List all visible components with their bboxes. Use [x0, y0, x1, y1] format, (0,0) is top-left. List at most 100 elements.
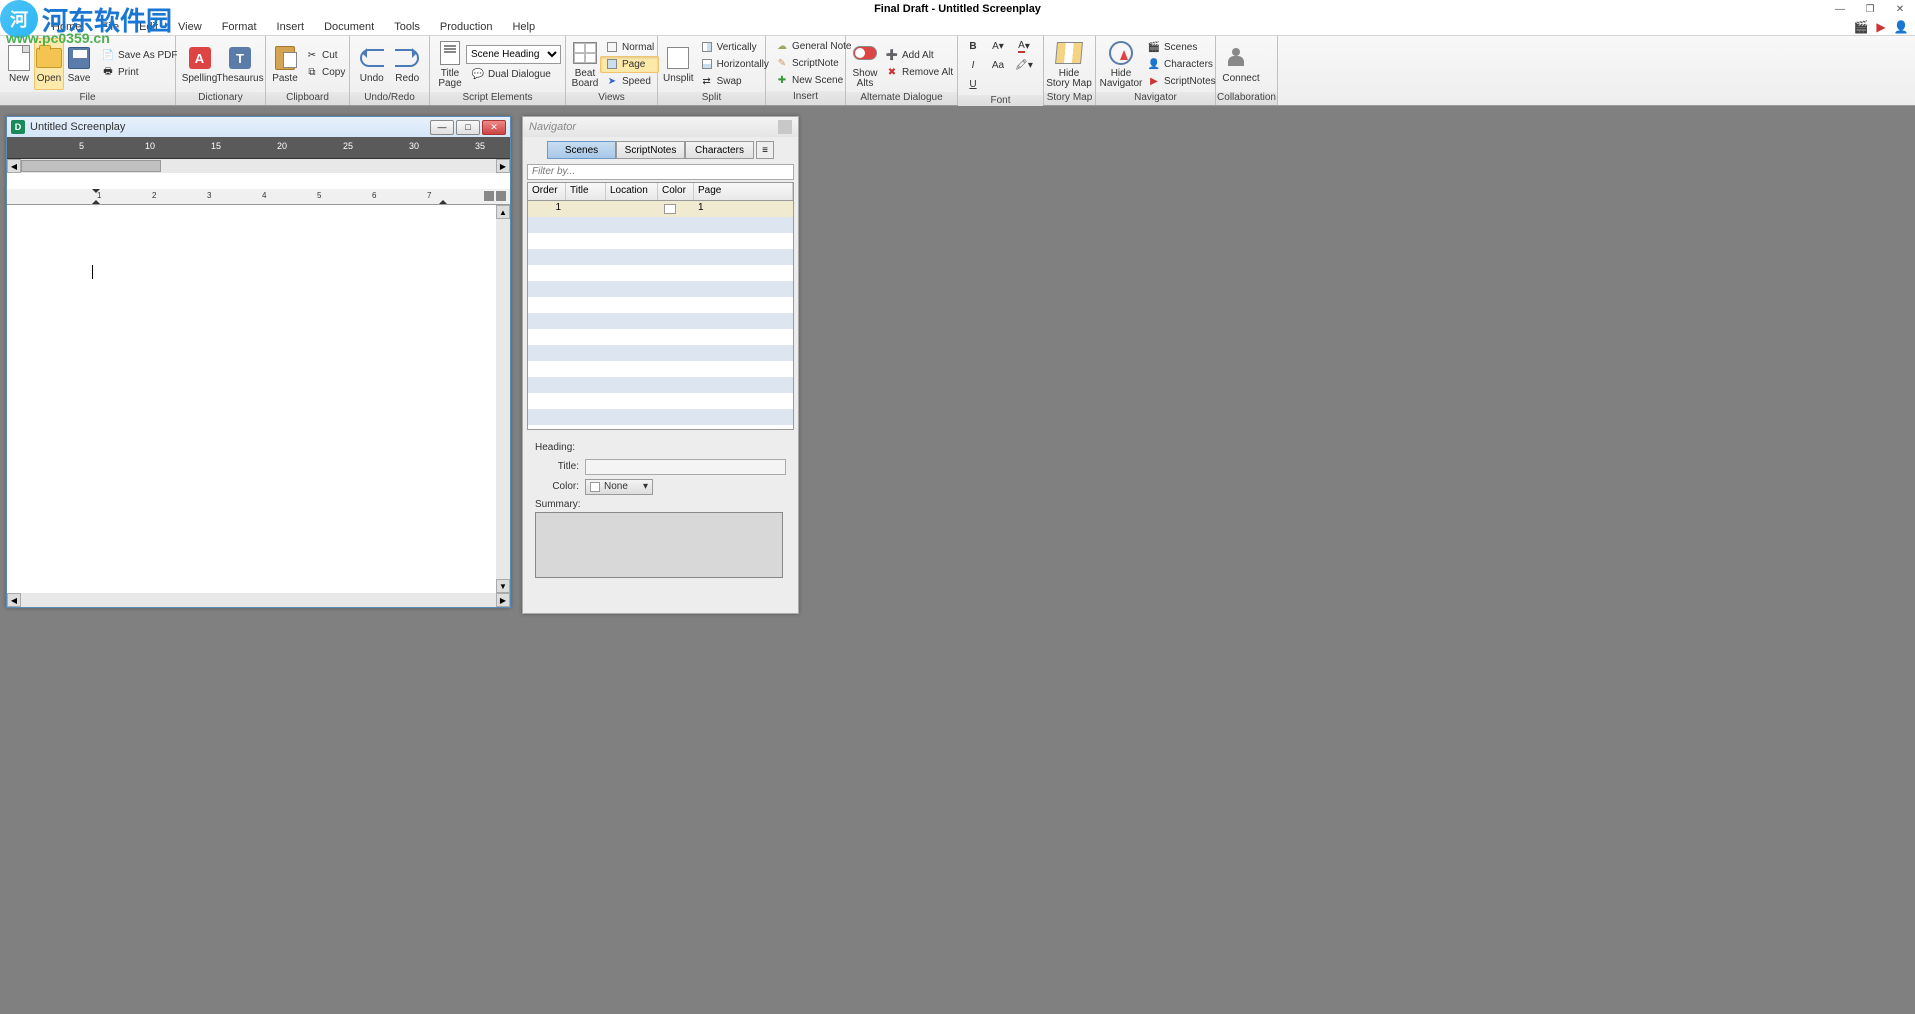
- nav-characters-button[interactable]: 👤Characters: [1142, 56, 1221, 73]
- thesaurus-button[interactable]: TThesaurus: [219, 38, 261, 90]
- menu-tools[interactable]: Tools: [384, 18, 430, 35]
- table-row[interactable]: [528, 265, 793, 281]
- split-vertically-button[interactable]: Vertically: [695, 39, 774, 56]
- paste-button[interactable]: Paste: [270, 38, 300, 90]
- scroll-down-icon[interactable]: ▼: [496, 579, 510, 593]
- nav-scriptnotes-button[interactable]: ▶ScriptNotes: [1142, 73, 1221, 90]
- add-alt-button[interactable]: ➕Add Alt: [880, 47, 958, 64]
- play-icon[interactable]: ▶: [1873, 19, 1889, 35]
- title-input[interactable]: [585, 459, 786, 475]
- remove-alt-button[interactable]: ✖Remove Alt: [880, 64, 958, 81]
- nav-scenes-button[interactable]: 🎬Scenes: [1142, 39, 1221, 56]
- table-row[interactable]: [528, 249, 793, 265]
- navigator-close-button[interactable]: [778, 120, 792, 134]
- doc-ruler[interactable]: 1 2 3 4 5 6 7: [7, 189, 510, 205]
- doc-ruler-overview[interactable]: 5 10 15 20 25 30 35: [7, 137, 510, 159]
- table-row[interactable]: [528, 329, 793, 345]
- beat-board-button[interactable]: Beat Board: [570, 38, 600, 90]
- table-row[interactable]: [528, 409, 793, 425]
- case-button[interactable]: Aa: [986, 57, 1010, 74]
- menu-document[interactable]: Document: [314, 18, 384, 35]
- title-page-button[interactable]: Title Page: [434, 38, 466, 90]
- hide-navigator-button[interactable]: Hide Navigator: [1100, 38, 1142, 90]
- tab-scenes[interactable]: Scenes: [547, 141, 616, 159]
- print-button[interactable]: 🖶Print: [96, 64, 182, 81]
- table-row[interactable]: [528, 281, 793, 297]
- cut-button[interactable]: ✂Cut: [300, 47, 350, 64]
- scroll-right-icon[interactable]: ▶: [496, 159, 510, 173]
- table-row[interactable]: [528, 393, 793, 409]
- menu-help[interactable]: Help: [502, 18, 545, 35]
- menu-file[interactable]: File: [91, 18, 129, 35]
- font-size-button[interactable]: A▾: [986, 38, 1010, 55]
- col-location[interactable]: Location: [606, 183, 658, 200]
- indent-marker-bottom[interactable]: [92, 196, 100, 204]
- maximize-button[interactable]: ❐: [1855, 0, 1885, 18]
- menu-view[interactable]: View: [168, 18, 212, 35]
- menu-format[interactable]: Format: [212, 18, 267, 35]
- bold-button[interactable]: B: [962, 38, 984, 55]
- connect-button[interactable]: Connect: [1220, 38, 1262, 90]
- table-row[interactable]: [528, 313, 793, 329]
- redo-button[interactable]: Redo: [390, 38, 426, 90]
- close-button[interactable]: ✕: [1885, 0, 1915, 18]
- swap-button[interactable]: ⇄Swap: [695, 73, 774, 90]
- element-select[interactable]: Scene Heading: [466, 45, 561, 64]
- table-row[interactable]: [528, 361, 793, 377]
- normal-view-button[interactable]: Normal: [600, 39, 659, 56]
- summary-textarea[interactable]: [535, 512, 783, 578]
- italic-button[interactable]: I: [962, 57, 984, 74]
- menu-insert[interactable]: Insert: [267, 18, 315, 35]
- col-order[interactable]: Order: [528, 183, 566, 200]
- doc-horizontal-scrollbar[interactable]: ◀ ▶: [7, 593, 510, 607]
- general-note-button[interactable]: ☁General Note: [770, 38, 856, 55]
- scroll-thumb[interactable]: [21, 160, 161, 172]
- split-horizontally-button[interactable]: Horizontally: [695, 56, 774, 73]
- menu-production[interactable]: Production: [430, 18, 503, 35]
- doc-close-button[interactable]: ✕: [482, 120, 506, 135]
- tab-characters[interactable]: Characters: [685, 141, 754, 159]
- col-color[interactable]: Color: [658, 183, 694, 200]
- ruler-mode-2[interactable]: [496, 191, 506, 201]
- indent-marker-right[interactable]: [439, 196, 447, 204]
- doc-minimize-button[interactable]: —: [430, 120, 454, 135]
- save-button[interactable]: Save: [64, 38, 94, 90]
- show-alts-button[interactable]: Show Alts: [850, 38, 880, 90]
- underline-button[interactable]: U: [962, 76, 984, 93]
- new-scene-button[interactable]: ✚New Scene: [770, 72, 856, 89]
- spelling-button[interactable]: ASpelling: [180, 38, 219, 90]
- navigator-settings-button[interactable]: ≡: [756, 141, 774, 159]
- script-note-button[interactable]: ✎ScriptNote: [770, 55, 856, 72]
- doc-vertical-scrollbar[interactable]: ▲ ▼: [496, 205, 510, 593]
- scroll-left-icon[interactable]: ◀: [7, 159, 21, 173]
- doc-maximize-button[interactable]: □: [456, 120, 480, 135]
- col-page[interactable]: Page: [694, 183, 793, 200]
- table-row[interactable]: [528, 297, 793, 313]
- navigator-titlebar[interactable]: Navigator: [523, 117, 798, 137]
- copy-button[interactable]: ⧉Copy: [300, 64, 350, 81]
- filter-input[interactable]: [527, 164, 794, 180]
- table-row[interactable]: 1 1: [528, 201, 793, 217]
- page-view-button[interactable]: Page: [600, 56, 659, 73]
- clapboard-icon[interactable]: 🎬: [1853, 19, 1869, 35]
- speed-view-button[interactable]: ➤Speed: [600, 73, 659, 90]
- scroll-up-icon[interactable]: ▲: [496, 205, 510, 219]
- table-row[interactable]: [528, 377, 793, 393]
- ruler-mode-1[interactable]: [484, 191, 494, 201]
- doc-overview-scrollbar[interactable]: ◀ ▶: [7, 159, 510, 173]
- user-icon[interactable]: 👤: [1893, 19, 1909, 35]
- doc-titlebar[interactable]: D Untitled Screenplay — □ ✕: [7, 117, 510, 137]
- scroll-left-icon-2[interactable]: ◀: [7, 593, 21, 607]
- undo-button[interactable]: Undo: [354, 38, 390, 90]
- save-as-pdf-button[interactable]: 📄Save As PDF: [96, 47, 182, 64]
- minimize-button[interactable]: —: [1825, 0, 1855, 18]
- scroll-right-icon-2[interactable]: ▶: [496, 593, 510, 607]
- highlight-button[interactable]: 🖍▾: [1012, 57, 1036, 74]
- document-page[interactable]: [7, 205, 496, 593]
- hide-story-map-button[interactable]: Hide Story Map: [1048, 38, 1090, 90]
- color-select[interactable]: None ▾: [585, 479, 653, 495]
- table-row[interactable]: [528, 217, 793, 233]
- table-row[interactable]: [528, 233, 793, 249]
- new-button[interactable]: New: [4, 38, 34, 90]
- menu-edit[interactable]: Edit: [129, 18, 168, 35]
